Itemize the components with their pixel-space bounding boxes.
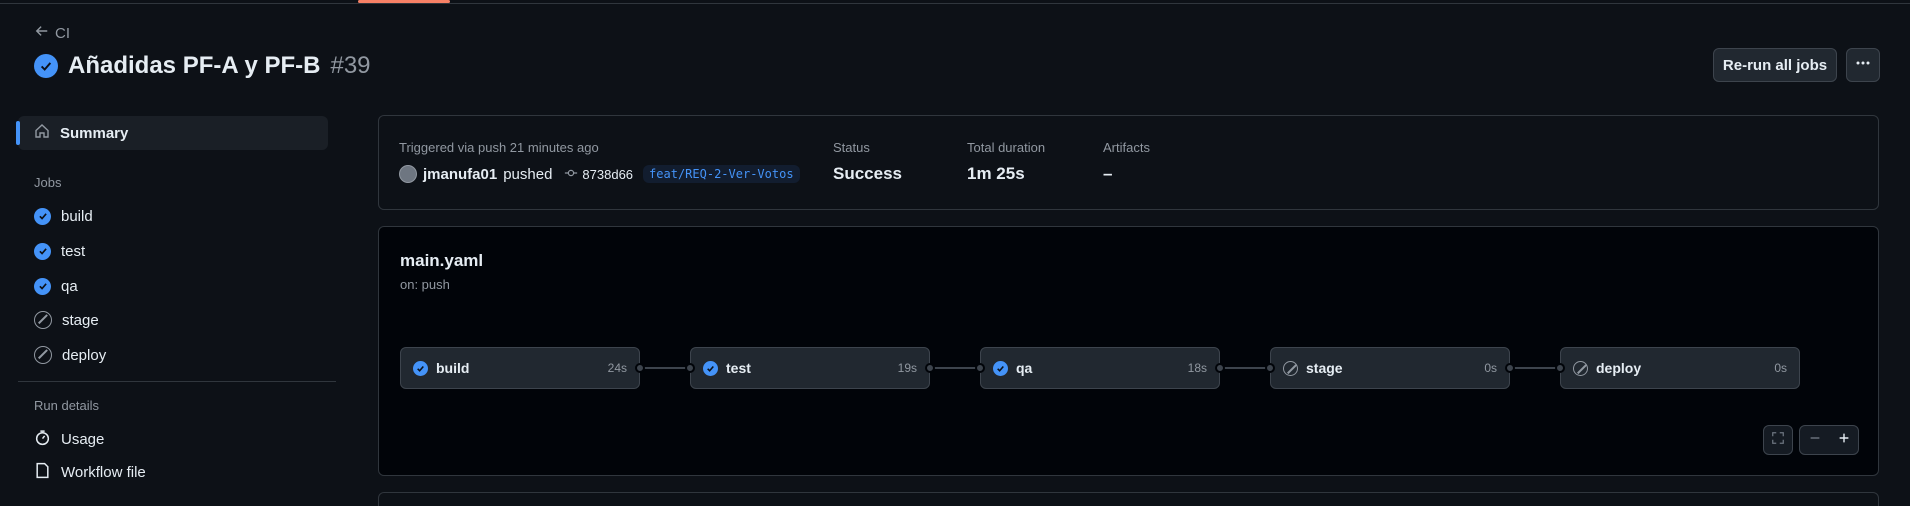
check-circle-icon	[413, 360, 428, 376]
connector-dot	[635, 363, 645, 373]
job-name: test	[726, 360, 751, 376]
job-duration: 0s	[1774, 361, 1787, 375]
job-duration: 24s	[607, 361, 627, 375]
connector-dot	[685, 363, 695, 373]
stopwatch-icon	[34, 429, 51, 450]
zoom-in-icon	[1839, 433, 1848, 442]
duration-value: 1m 25s	[967, 164, 1025, 183]
duration-label: Total duration	[967, 140, 1046, 155]
skip-icon	[34, 346, 52, 364]
skip-icon	[34, 311, 52, 329]
job-name: build	[436, 360, 470, 376]
connector-dot	[1265, 363, 1275, 373]
sidebar-item-qa[interactable]: qa	[34, 271, 78, 301]
check-circle-icon	[34, 54, 58, 78]
sidebar-item-label: deploy	[62, 346, 107, 364]
status-label: Status	[833, 140, 870, 155]
sidebar-item-label: Usage	[61, 430, 105, 448]
connector-dot	[1215, 363, 1225, 373]
zoom-in-button[interactable]	[1837, 431, 1851, 450]
commit-link[interactable]: 8738d66	[564, 166, 633, 183]
zoom-out-button[interactable]	[1808, 431, 1822, 450]
actor-link[interactable]: jmanufa01	[423, 166, 497, 183]
workflow-graph: main.yaml on: push build 24s test 19s qa…	[378, 226, 1879, 476]
artifacts-value: –	[1103, 164, 1113, 183]
sidebar-item-workflow-file[interactable]: Workflow file	[34, 457, 146, 487]
sidebar-item-label: build	[61, 207, 93, 225]
page-title: Añadidas PF-A y PF-B #39	[34, 52, 371, 80]
check-circle-icon	[34, 207, 51, 225]
sidebar-divider	[18, 381, 336, 382]
file-icon	[34, 462, 51, 483]
sidebar-item-label: test	[61, 242, 86, 260]
arrow-left-icon	[35, 24, 49, 42]
git-commit-icon	[564, 166, 578, 183]
zoom-out-icon	[1810, 436, 1819, 439]
skip-icon	[1283, 360, 1298, 376]
run-summary-card: Triggered via push 21 minutes ago jmanuf…	[378, 115, 1879, 210]
back-to-workflow-link[interactable]: CI	[35, 24, 70, 42]
sidebar-item-label: Summary	[60, 124, 129, 142]
top-nav-border	[0, 0, 1910, 4]
run-details-heading: Run details	[34, 398, 100, 413]
job-node-deploy[interactable]: deploy 0s	[1560, 347, 1800, 389]
check-circle-icon	[34, 277, 51, 295]
rerun-all-jobs-button[interactable]: Re-run all jobs	[1713, 48, 1837, 82]
sidebar-item-test[interactable]: test	[34, 236, 85, 266]
connector-dot	[1555, 363, 1565, 373]
check-circle-icon	[703, 360, 718, 376]
connector-dot	[1505, 363, 1515, 373]
job-duration: 0s	[1484, 361, 1497, 375]
action-text: pushed	[503, 165, 553, 183]
zoom-controls	[1799, 425, 1859, 455]
more-options-button[interactable]	[1846, 48, 1880, 82]
sidebar-item-label: stage	[62, 311, 99, 329]
run-title: Añadidas PF-A y PF-B	[68, 52, 321, 79]
job-connector	[930, 367, 980, 369]
trigger-text: Triggered via push 21 minutes ago	[399, 140, 599, 155]
job-connector	[1510, 367, 1560, 369]
sidebar-item-label: qa	[61, 277, 78, 295]
job-node-build[interactable]: build 24s	[400, 347, 640, 389]
job-name: deploy	[1596, 360, 1642, 376]
job-node-test[interactable]: test 19s	[690, 347, 930, 389]
home-icon	[34, 123, 50, 143]
sidebar-item-build[interactable]: build	[34, 201, 93, 231]
job-name: stage	[1306, 360, 1343, 376]
skip-icon	[1573, 360, 1588, 376]
active-indicator	[16, 121, 20, 145]
sidebar-item-summary[interactable]: Summary	[16, 116, 328, 150]
branch-badge[interactable]: feat/REQ-2-Ver-Votos	[643, 165, 800, 183]
job-duration: 19s	[897, 361, 917, 375]
job-connector	[640, 367, 690, 369]
sidebar-item-stage[interactable]: stage	[34, 305, 99, 335]
job-duration: 18s	[1187, 361, 1207, 375]
check-circle-icon	[34, 242, 51, 260]
run-number: #39	[330, 52, 371, 79]
workflow-name: main.yaml	[400, 251, 484, 270]
avatar	[399, 165, 417, 183]
job-connector	[1220, 367, 1270, 369]
back-link-label: CI	[55, 24, 70, 42]
fullscreen-icon	[1771, 431, 1785, 450]
jobs-heading: Jobs	[34, 175, 62, 190]
artifacts-label: Artifacts	[1103, 140, 1150, 155]
job-node-qa[interactable]: qa 18s	[980, 347, 1220, 389]
trigger-details: jmanufa01 pushed 8738d66 feat/REQ-2-Ver-…	[399, 165, 800, 183]
commit-sha: 8738d66	[582, 166, 634, 182]
connector-dot	[925, 363, 935, 373]
workflow-trigger: on: push	[400, 277, 450, 292]
status-value: Success	[833, 164, 902, 183]
fullscreen-button[interactable]	[1763, 425, 1793, 455]
job-name: qa	[1016, 360, 1033, 376]
kebab-horizontal-icon	[1855, 55, 1871, 75]
sidebar-item-deploy[interactable]: deploy	[34, 340, 106, 370]
sidebar-item-label: Workflow file	[61, 463, 146, 481]
active-tab-underline	[358, 0, 450, 3]
job-node-stage[interactable]: stage 0s	[1270, 347, 1510, 389]
check-circle-icon	[993, 360, 1008, 376]
sidebar-item-usage[interactable]: Usage	[34, 424, 104, 454]
next-section-card	[378, 492, 1879, 506]
connector-dot	[975, 363, 985, 373]
